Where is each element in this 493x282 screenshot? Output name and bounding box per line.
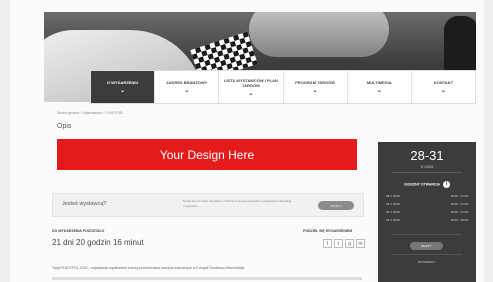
nav-item-program[interactable]: PROGRAM TARGÓW ⌄ bbox=[284, 71, 348, 103]
ad-banner[interactable]: Your Design Here bbox=[57, 139, 357, 170]
hours-time: 10:00 - 17:00 bbox=[450, 210, 468, 214]
nav-item-about[interactable]: O WYDARZENIU ⌄ bbox=[91, 71, 156, 103]
chevron-down-icon: ⌄ bbox=[248, 90, 254, 97]
share-buttons: f t g ✉ bbox=[323, 239, 365, 248]
nav-item-contact[interactable]: KONTAKT ⌄ bbox=[412, 71, 475, 103]
hours-time: 10:00 - 17:00 bbox=[450, 194, 468, 198]
divider bbox=[392, 254, 462, 255]
chevron-down-icon: ⌄ bbox=[312, 88, 318, 94]
text-line bbox=[52, 277, 362, 280]
nav-item-multimedia[interactable]: MULTIMEDIA ⌄ bbox=[348, 71, 412, 103]
email-icon[interactable]: ✉ bbox=[356, 239, 365, 248]
hours-row: 30 V 2019 10:00 - 17:00 bbox=[386, 210, 468, 214]
chevron-down-icon: ⌄ bbox=[184, 88, 190, 94]
exhibitor-box: Jesteś wystawcą? Dotąd się nie Dość Wyst… bbox=[52, 193, 364, 217]
hours-date: 29 V 2019 bbox=[386, 202, 400, 206]
countdown-value: 21 dni 20 godzin 16 minut bbox=[52, 238, 144, 247]
nav-label: O WYDARZENIU bbox=[106, 80, 139, 85]
breadcrumb[interactable]: Strona główna › Kalendarium › PLASTPOL bbox=[57, 111, 123, 115]
hours-date: 30 V 2019 bbox=[386, 210, 400, 214]
event-sidebar: 28-31 V 2019 GODZINY OTWARCIA i 28 V 2019… bbox=[378, 142, 476, 282]
nav-item-scope[interactable]: ZAKRES BRANŻOWY ⌄ bbox=[155, 71, 220, 103]
main-nav: O WYDARZENIU ⌄ ZAKRES BRANŻOWY ⌄ LISTA W… bbox=[90, 70, 476, 104]
hours-date: 28 V 2019 bbox=[386, 194, 400, 198]
exhibitors-button[interactable]: WYSTAWCY bbox=[410, 258, 443, 265]
divider bbox=[392, 172, 462, 173]
tickets-button[interactable]: BILETY bbox=[410, 242, 443, 250]
chevron-down-icon: ⌄ bbox=[120, 88, 126, 94]
twitter-icon[interactable]: t bbox=[334, 239, 343, 248]
banner-text: Your Design Here bbox=[159, 147, 255, 162]
countdown-label: DO WYDARZENIA POZOSTAŁO bbox=[52, 229, 105, 233]
nav-label: PROGRAM TARGÓW bbox=[295, 80, 336, 85]
chevron-down-icon: ⌄ bbox=[376, 88, 382, 94]
google-plus-icon[interactable]: g bbox=[345, 239, 354, 248]
hours-time: 10:00 - 17:00 bbox=[450, 202, 468, 206]
exhibitor-button[interactable]: WYŚLIJ bbox=[318, 201, 354, 210]
lead-text: Targi PLASTPOL 2019 – największe wydarze… bbox=[52, 266, 245, 270]
exhibitor-info: Dotąd się nie Dość Wystawcy z Wolną Czas… bbox=[183, 199, 292, 208]
facebook-icon[interactable]: f bbox=[323, 239, 332, 248]
exhibitor-question: Jesteś wystawcą? bbox=[62, 201, 107, 207]
event-month-year: V 2019 bbox=[420, 164, 434, 169]
nav-item-exhibitors[interactable]: LISTA WYSTAWCÓW I PLAN TARGÓW ⌄ bbox=[219, 71, 284, 103]
info-icon[interactable]: i bbox=[442, 181, 450, 188]
opening-hours-label: GODZINY OTWARCIA bbox=[404, 182, 440, 187]
hours-date: 31 V 2019 bbox=[386, 218, 400, 222]
hours-row: 31 V 2019 10:00 - 16:00 bbox=[386, 218, 468, 222]
hours-row: 29 V 2019 10:00 - 17:00 bbox=[386, 202, 468, 206]
hero-car-back bbox=[249, 12, 389, 57]
share-label: PODZIEL SIĘ WYDARZENIEM bbox=[303, 229, 353, 233]
hours-time: 10:00 - 16:00 bbox=[450, 218, 468, 222]
event-dates: 28-31 bbox=[410, 148, 444, 163]
divider bbox=[392, 234, 462, 235]
section-title: Opis bbox=[57, 123, 72, 130]
chevron-down-icon: ⌄ bbox=[440, 88, 446, 94]
hours-row: 28 V 2019 10:00 - 17:00 bbox=[386, 194, 468, 198]
nav-label: KONTAKT bbox=[433, 80, 454, 85]
nav-label: LISTA WYSTAWCÓW I PLAN TARGÓW bbox=[223, 77, 278, 88]
nav-label: ZAKRES BRANŻOWY bbox=[166, 80, 208, 85]
nav-label: MULTIMEDIA bbox=[366, 80, 392, 85]
opening-hours-title: GODZINY OTWARCIA i bbox=[378, 181, 476, 188]
